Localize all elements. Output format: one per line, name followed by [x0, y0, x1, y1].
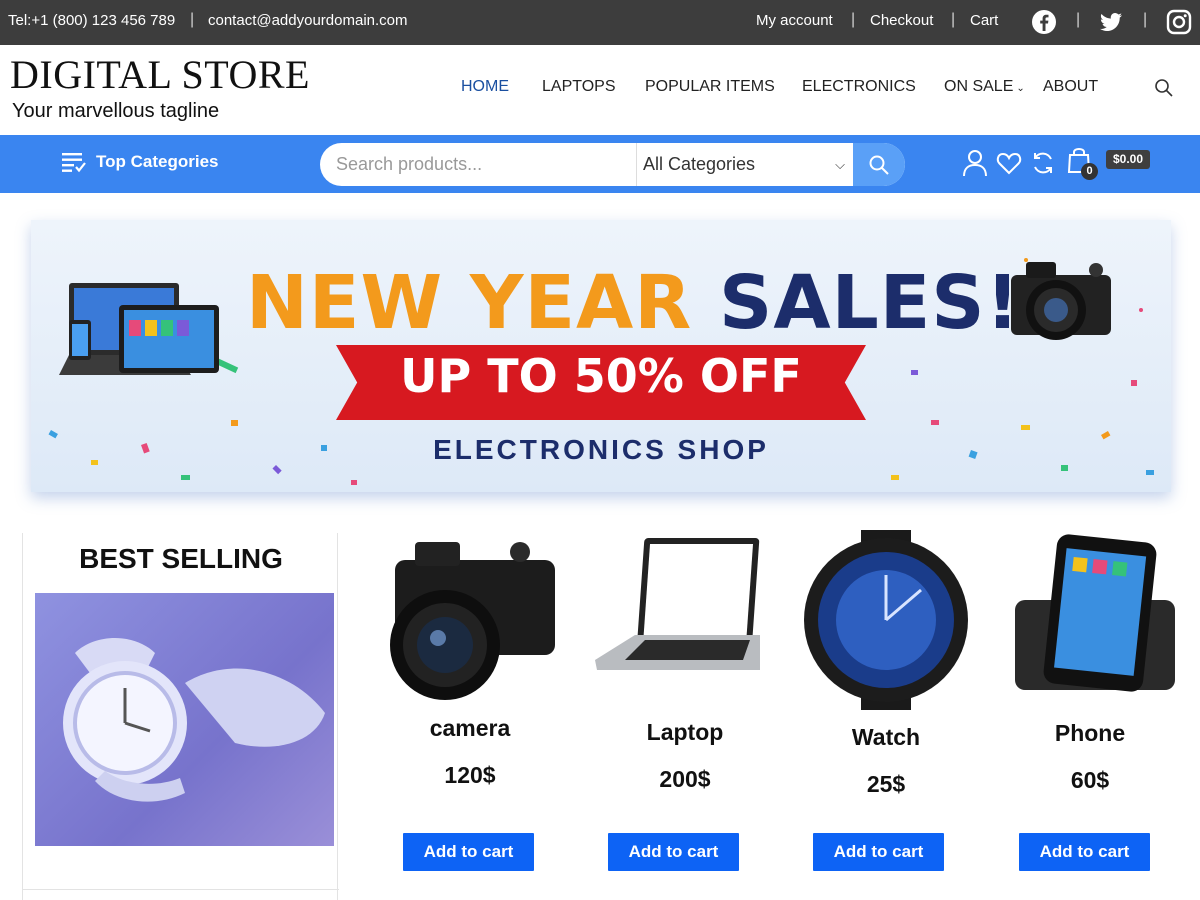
my-account-link[interactable]: My account	[756, 12, 833, 29]
cart-link[interactable]: Cart	[970, 12, 998, 29]
instagram-icon[interactable]	[1166, 9, 1192, 35]
watch-image[interactable]	[786, 530, 986, 710]
nav-popular-items[interactable]: POPULAR ITEMS	[645, 78, 775, 96]
product-price: 25$	[866, 771, 906, 797]
product-price: 200$	[659, 766, 711, 792]
category-select-value: All Categories	[643, 154, 756, 174]
compare-refresh-icon[interactable]	[1030, 149, 1056, 177]
category-select[interactable]: All Categories ⌵	[636, 143, 853, 186]
top-categories-button[interactable]: Top Categories	[62, 151, 218, 173]
user-account-icon[interactable]	[962, 149, 988, 177]
divider: |	[190, 11, 195, 28]
cart-count-badge: 0	[1081, 163, 1098, 180]
add-to-cart-button[interactable]: Add to cart	[403, 833, 534, 871]
site-logo[interactable]: DIGITAL STORE	[10, 51, 310, 98]
search-button[interactable]	[853, 143, 905, 186]
product-name[interactable]: Phone	[990, 720, 1190, 747]
add-to-cart-button[interactable]: Add to cart	[1019, 833, 1150, 871]
wishlist-heart-icon[interactable]	[996, 149, 1022, 177]
laptop-image[interactable]	[585, 530, 785, 710]
best-selling-title: BEST SELLING	[79, 543, 283, 574]
divider	[23, 889, 339, 890]
divider: |	[1143, 11, 1148, 28]
product-card-camera: camera 120$ Add to cart	[370, 530, 570, 890]
cart-total-badge[interactable]: $0.00	[1106, 150, 1151, 169]
phone-number[interactable]: Tel:+1 (800) 123 456 789	[8, 12, 175, 29]
promo-banner[interactable]: NEW YEAR SALES! UP TO 50% OFF ELECTRONIC…	[31, 220, 1171, 492]
banner-headline-part1: NEW YEAR	[246, 260, 693, 346]
site-header: DIGITAL STORE Your marvellous tagline HO…	[0, 45, 1200, 135]
nav-home[interactable]: HOME	[461, 78, 509, 96]
divider: |	[1076, 11, 1081, 28]
nav-on-sale[interactable]: ON SALE ⌄	[944, 78, 1025, 96]
divider: |	[951, 11, 956, 28]
phone-image[interactable]	[990, 530, 1190, 710]
chevron-down-icon: ⌵	[835, 157, 845, 172]
add-to-cart-button[interactable]: Add to cart	[813, 833, 944, 871]
contact-email[interactable]: contact@addyourdomain.com	[208, 12, 408, 29]
nav-about[interactable]: ABOUT	[1043, 78, 1098, 96]
nav-on-sale-label: ON SALE	[944, 78, 1014, 95]
banner-headline-part2: SALES!	[719, 260, 1021, 346]
category-search-bar: Top Categories All Categories ⌵	[0, 135, 1200, 193]
banner-subtitle: ELECTRONICS SHOP	[433, 434, 769, 465]
search-input[interactable]	[320, 143, 636, 186]
product-price: 60$	[1070, 767, 1110, 793]
nav-laptops[interactable]: LAPTOPS	[542, 78, 616, 96]
product-card-watch: Watch 25$ Add to cart	[786, 530, 986, 890]
best-selling-panel: BEST SELLING	[22, 533, 339, 900]
product-name[interactable]: camera	[370, 715, 570, 742]
product-name[interactable]: Watch	[786, 724, 986, 751]
banner-headline: NEW YEAR SALES!	[246, 260, 1020, 346]
twitter-icon[interactable]	[1098, 9, 1124, 35]
watch-image	[63, 638, 325, 802]
product-card-phone: Phone 60$ Add to cart	[990, 530, 1190, 890]
site-tagline: Your marvellous tagline	[12, 100, 220, 122]
top-bar: Tel:+1 (800) 123 456 789 | contact@addyo…	[0, 0, 1200, 45]
banner-camera-image	[1011, 262, 1111, 340]
product-name[interactable]: Laptop	[585, 719, 785, 746]
top-categories-label: Top Categories	[96, 152, 219, 171]
product-search: All Categories ⌵	[320, 143, 905, 186]
search-icon	[869, 155, 889, 175]
checkout-link[interactable]: Checkout	[870, 12, 933, 29]
laptop-tablet-image	[59, 283, 219, 375]
divider: |	[851, 11, 856, 28]
chevron-down-icon: ⌄	[1016, 83, 1025, 94]
search-icon[interactable]	[1154, 78, 1174, 98]
menu-list-icon	[62, 153, 86, 173]
nav-electronics[interactable]: ELECTRONICS	[802, 78, 916, 96]
add-to-cart-button[interactable]: Add to cart	[608, 833, 739, 871]
product-price: 120$	[444, 762, 496, 788]
facebook-icon[interactable]	[1031, 9, 1057, 35]
best-selling-watch-image[interactable]	[35, 593, 334, 846]
camera-image[interactable]	[370, 530, 570, 710]
product-card-laptop: Laptop 200$ Add to cart	[585, 530, 785, 890]
banner-discount: UP TO 50% OFF	[400, 349, 802, 403]
